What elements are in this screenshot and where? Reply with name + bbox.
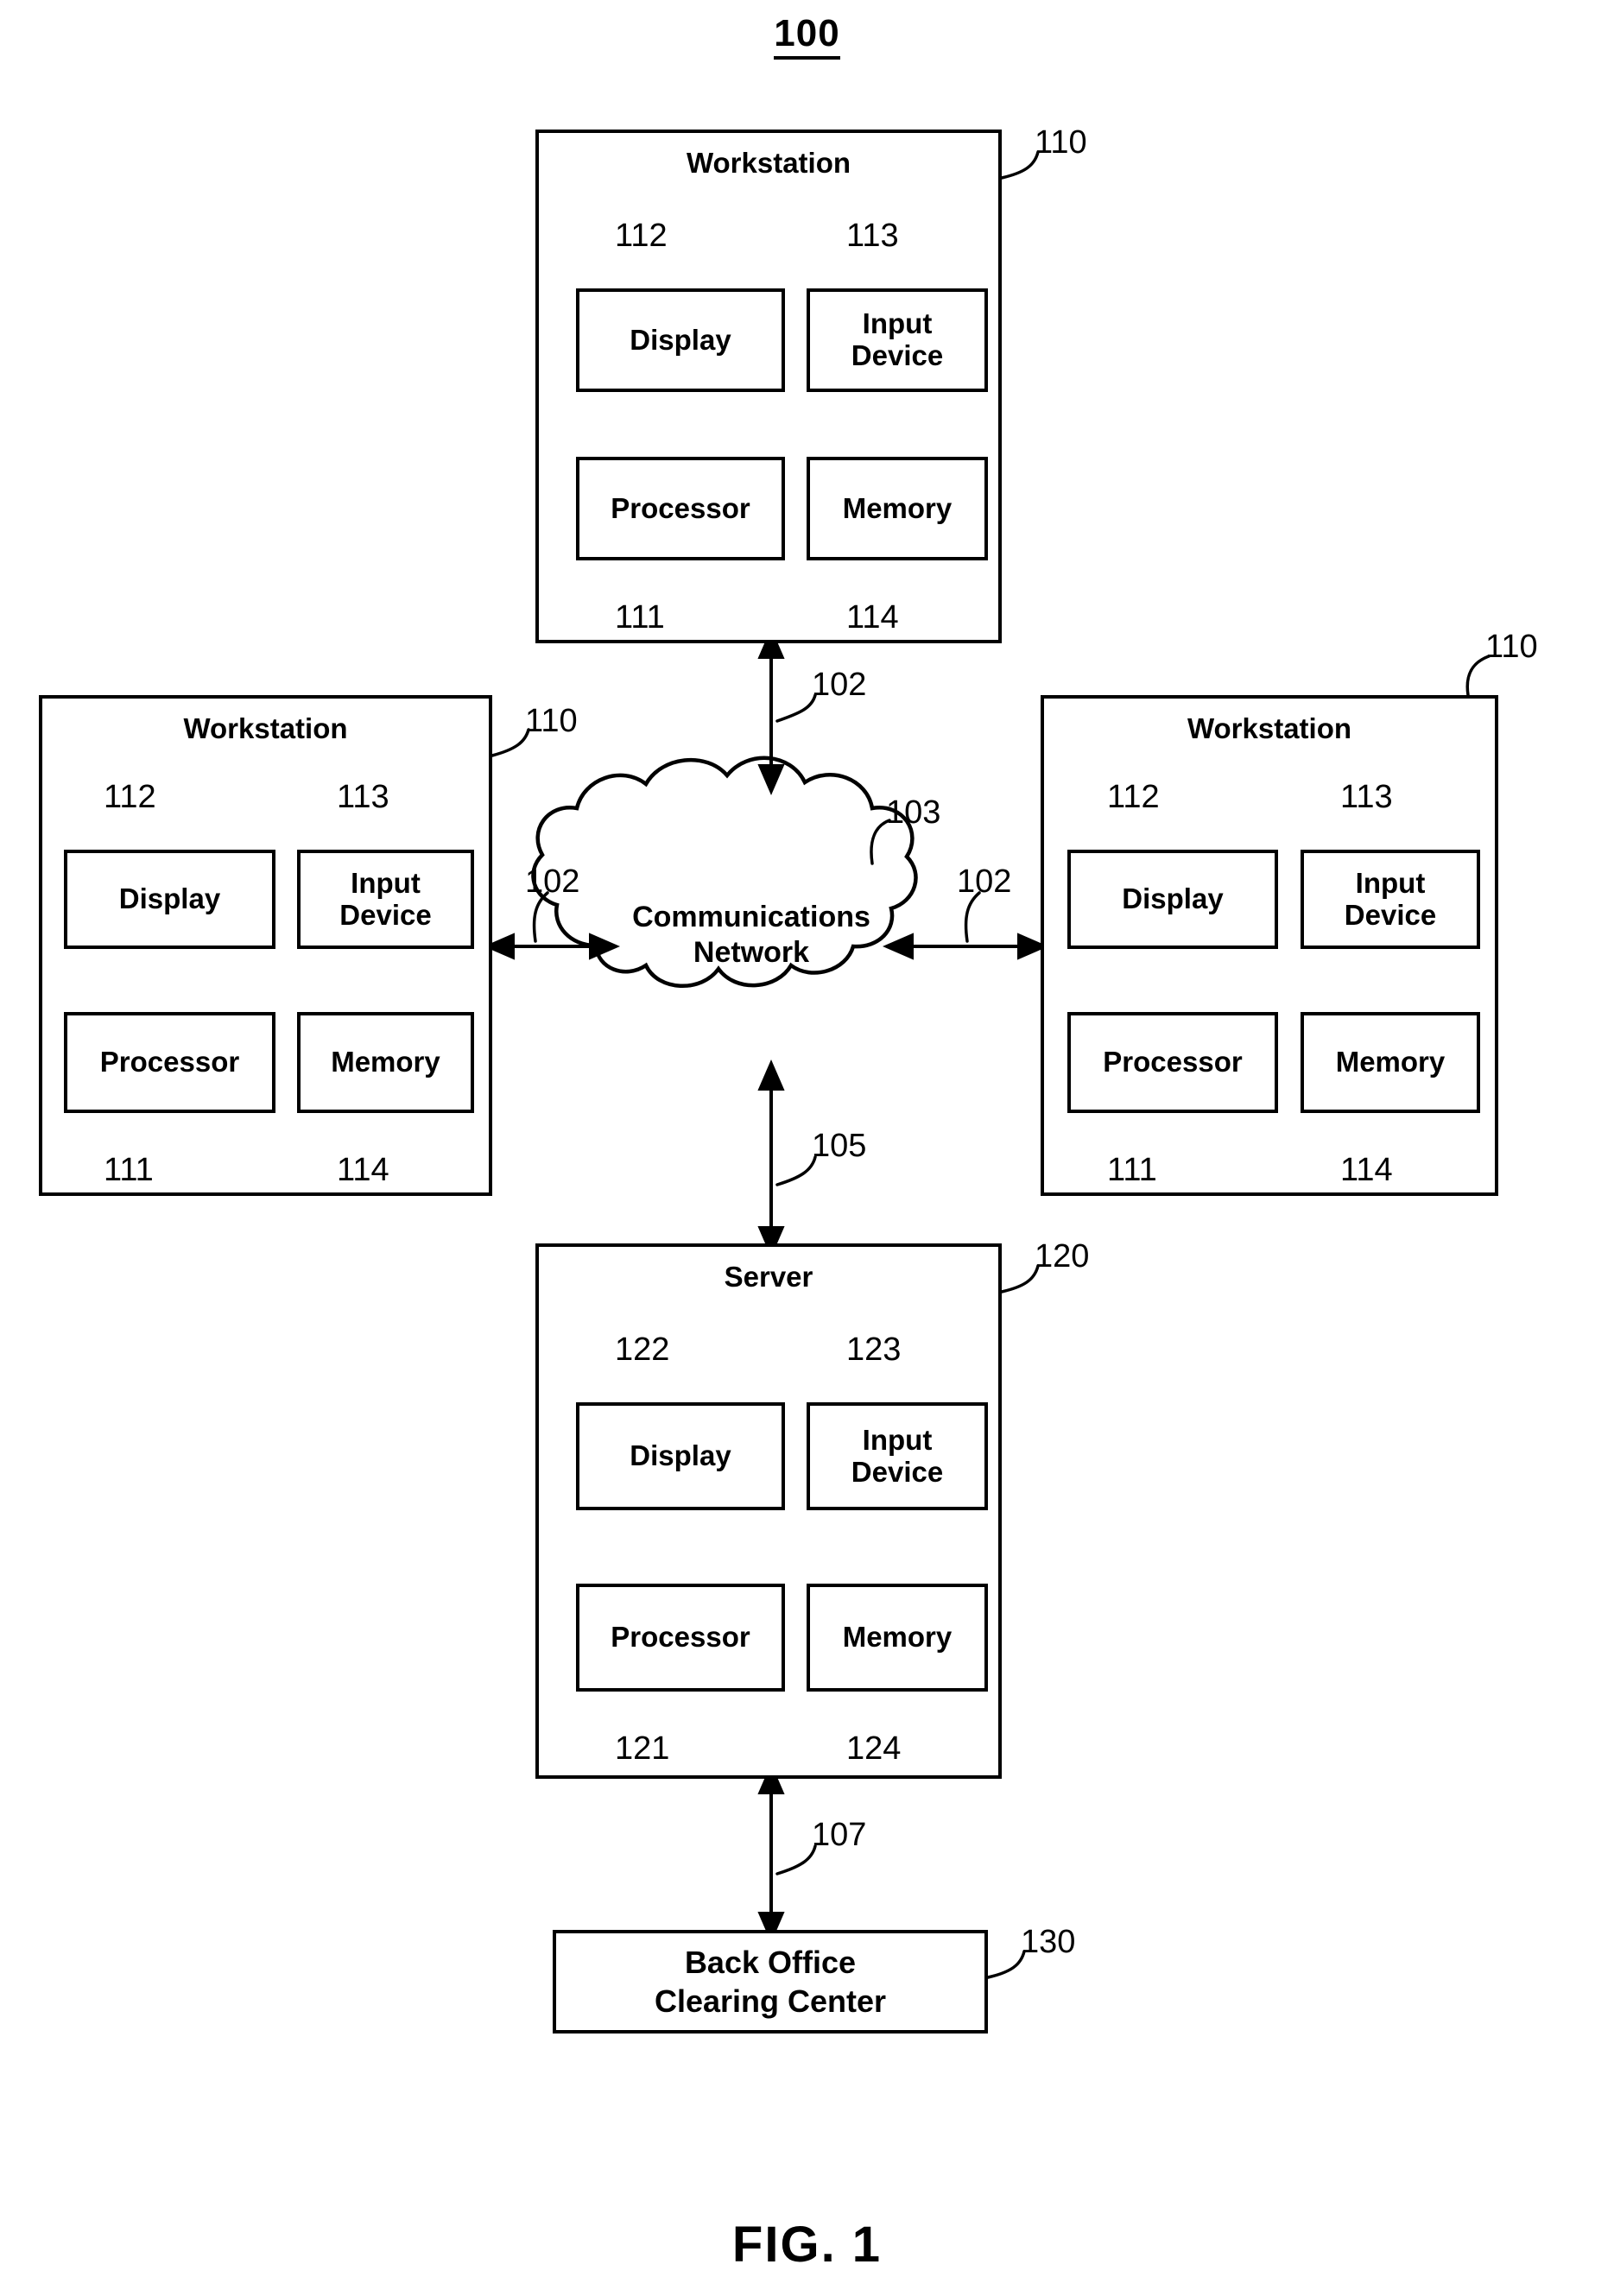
workstation-left-memory-label: Memory xyxy=(331,1046,440,1078)
patent-figure-page: 100 Workstation Display Input Device Pro… xyxy=(0,0,1614,2296)
workstation-right-memory[interactable]: Memory xyxy=(1301,1012,1480,1113)
ref-workstation-right-display: 112 xyxy=(1107,779,1160,815)
workstation-right-input-device[interactable]: Input Device xyxy=(1301,850,1480,949)
ref-server-display: 122 xyxy=(615,1331,670,1368)
server-processor-label: Processor xyxy=(611,1621,750,1654)
workstation-right-title: Workstation xyxy=(1187,712,1352,744)
back-office-clearing-center[interactable]: Back Office Clearing Center xyxy=(553,1930,988,2034)
workstation-left-memory[interactable]: Memory xyxy=(297,1012,474,1113)
ref-workstation-top-display: 112 xyxy=(615,218,668,254)
server-input-device-label: Input Device xyxy=(851,1423,944,1488)
workstation-left-processor-label: Processor xyxy=(99,1046,240,1078)
server-display-label: Display xyxy=(630,1439,731,1472)
workstation-top-processor[interactable]: Processor xyxy=(576,457,785,560)
ref-workstation-right-processor: 111 xyxy=(1107,1152,1157,1188)
workstation-top-processor-label: Processor xyxy=(611,491,750,524)
ref-link-right: 102 xyxy=(957,863,1012,900)
back-office-label-line2: Clearing Center xyxy=(654,1983,887,2019)
server-memory[interactable]: Memory xyxy=(807,1584,988,1692)
system-reference-numeral: 100 xyxy=(0,12,1614,60)
server-processor[interactable]: Processor xyxy=(576,1584,785,1692)
ref-link-top: 102 xyxy=(812,667,867,703)
workstation-right[interactable]: Workstation Display Input Device Processo… xyxy=(1041,695,1498,1196)
ref-server-input-device: 123 xyxy=(846,1331,902,1368)
workstation-left[interactable]: Workstation Display Input Device Processo… xyxy=(39,695,492,1196)
ref-workstation-top-memory: 114 xyxy=(846,599,899,636)
ref-link-left: 102 xyxy=(525,863,580,900)
workstation-left-input-device[interactable]: Input Device xyxy=(297,850,474,949)
ref-workstation-top-processor: 111 xyxy=(615,599,665,636)
workstation-right-display[interactable]: Display xyxy=(1067,850,1278,949)
ref-back-office: 130 xyxy=(1021,1924,1076,1960)
workstation-left-input-device-label: Input Device xyxy=(339,866,432,931)
workstation-left-display-label: Display xyxy=(118,882,221,915)
workstation-right-display-label: Display xyxy=(1122,882,1224,915)
figure-caption: FIG. 1 xyxy=(731,2217,883,2273)
ref-server-processor: 121 xyxy=(615,1730,670,1767)
ref-workstation-right-input-device: 113 xyxy=(1340,779,1393,815)
ref-link-bottom: 105 xyxy=(812,1128,867,1164)
ref-communications-network: 103 xyxy=(886,794,941,831)
communications-network-label-line2: Network xyxy=(693,935,810,969)
ref-workstation-left-input-device: 113 xyxy=(337,779,389,815)
workstation-top[interactable]: Workstation Display Input Device Processo… xyxy=(535,130,1002,643)
workstation-right-processor-label: Processor xyxy=(1103,1046,1243,1078)
ref-server-memory: 124 xyxy=(846,1730,902,1767)
workstation-top-memory[interactable]: Memory xyxy=(807,457,988,560)
server[interactable]: Server Display Input Device Processor Mem… xyxy=(535,1243,1002,1779)
workstation-top-input-device-label: Input Device xyxy=(851,307,944,371)
server-display[interactable]: Display xyxy=(576,1402,785,1510)
workstation-top-display-label: Display xyxy=(630,323,731,356)
workstation-left-processor[interactable]: Processor xyxy=(64,1012,275,1113)
server-title: Server xyxy=(724,1261,813,1293)
workstation-top-title: Workstation xyxy=(686,147,851,179)
back-office-label-line1: Back Office xyxy=(684,1945,857,1980)
server-memory-label: Memory xyxy=(842,1621,953,1654)
workstation-top-display[interactable]: Display xyxy=(576,288,785,392)
workstation-left-title: Workstation xyxy=(183,712,348,744)
ref-workstation-left-display: 112 xyxy=(104,779,156,815)
workstation-right-memory-label: Memory xyxy=(1335,1046,1446,1078)
communications-network-label[interactable]: Communications Network xyxy=(622,900,881,971)
ref-link-backoffice: 107 xyxy=(812,1817,867,1853)
ref-workstation-top-input-device: 113 xyxy=(846,218,899,254)
workstation-top-memory-label: Memory xyxy=(842,491,953,524)
server-input-device[interactable]: Input Device xyxy=(807,1402,988,1510)
ref-workstation-right: 110 xyxy=(1485,629,1538,665)
communications-network-label-line1: Communications xyxy=(632,901,870,933)
ref-workstation-top: 110 xyxy=(1035,124,1087,161)
ref-workstation-right-memory: 114 xyxy=(1340,1152,1393,1188)
ref-workstation-left-processor: 111 xyxy=(104,1152,154,1188)
ref-workstation-left: 110 xyxy=(525,703,578,739)
workstation-right-input-device-label: Input Device xyxy=(1344,866,1437,931)
workstation-right-processor[interactable]: Processor xyxy=(1067,1012,1278,1113)
ref-server: 120 xyxy=(1035,1238,1090,1275)
ref-workstation-left-memory: 114 xyxy=(337,1152,389,1188)
workstation-top-input-device[interactable]: Input Device xyxy=(807,288,988,392)
workstation-left-display[interactable]: Display xyxy=(64,850,275,949)
